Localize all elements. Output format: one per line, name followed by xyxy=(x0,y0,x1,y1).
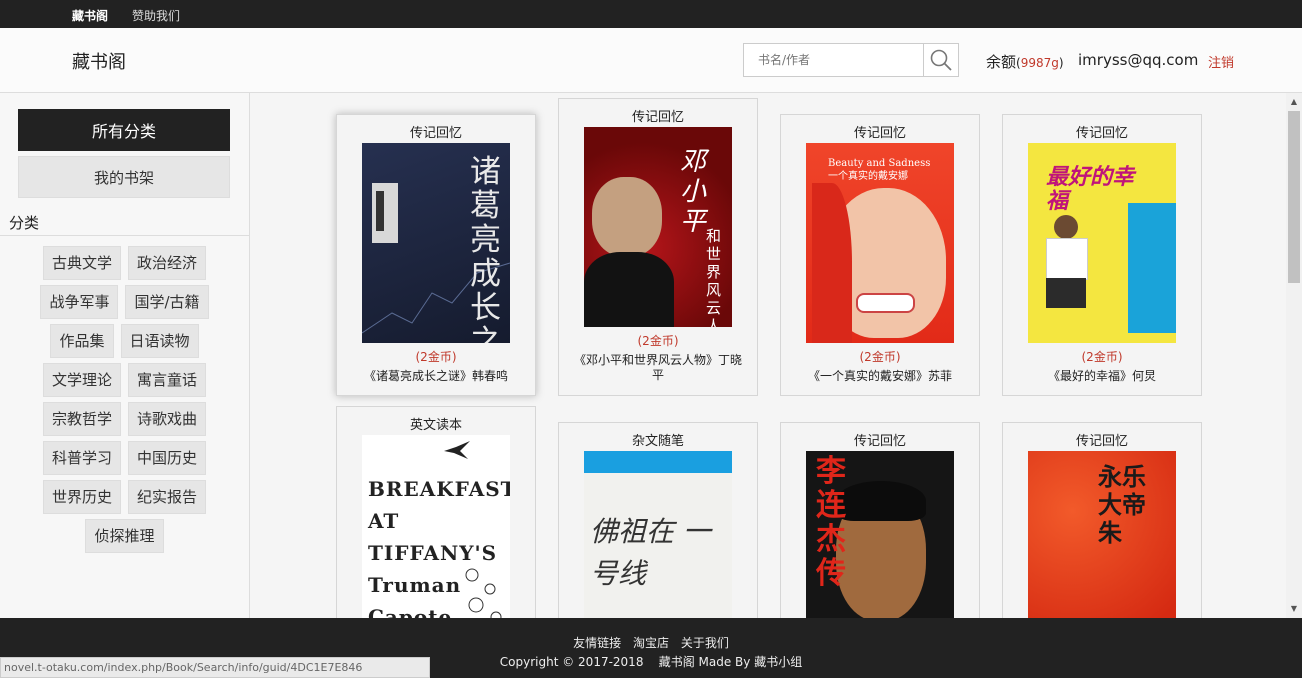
book-cover[interactable]: 永乐大帝 朱 xyxy=(1028,451,1176,618)
category-tag[interactable]: 政治经济 xyxy=(128,245,207,280)
logout-link[interactable]: 注销 xyxy=(1208,52,1234,71)
book-category: 传记回忆 xyxy=(1075,434,1128,449)
search-icon xyxy=(930,49,952,71)
search-box xyxy=(743,43,959,77)
category-tag[interactable]: 世界历史 xyxy=(42,479,121,514)
cover-calligraphy: 邓小平 xyxy=(680,147,707,237)
my-shelf-button[interactable]: 我的书架 xyxy=(18,156,230,198)
footer-link-taobao[interactable]: 淘宝店 xyxy=(633,636,669,650)
cover-title-text: 最好的幸福 xyxy=(1046,164,1135,214)
book-card[interactable]: 传记回忆 Beauty and Sadness 一个真实的戴安娜 (2金币) 《… xyxy=(780,114,980,396)
category-tag[interactable]: 寓言童话 xyxy=(128,362,207,397)
book-card[interactable]: 传记回忆 诸葛亮成长之谜 (2金币) 《诸葛亮成长之谜》韩春鸣 xyxy=(336,114,536,396)
balance-amount: 9987g xyxy=(1020,56,1059,70)
book-title[interactable]: 《最好的幸福》何炅 xyxy=(1003,369,1201,384)
category-heading: 分类 xyxy=(9,214,40,232)
footer-link-about[interactable]: 关于我们 xyxy=(681,636,729,650)
floral-art xyxy=(465,568,502,618)
category-tag[interactable]: 文学理论 xyxy=(42,362,121,397)
book-category: 传记回忆 xyxy=(1075,126,1128,141)
cover-calligraphy: 佛祖在 一号线 xyxy=(590,515,711,590)
scroll-up-arrow-icon[interactable]: ▲ xyxy=(1286,95,1302,109)
book-title[interactable]: 《诸葛亮成长之谜》韩春鸣 xyxy=(337,369,535,384)
footer-link-friends[interactable]: 友情链接 xyxy=(573,636,621,650)
scroll-thumb[interactable] xyxy=(1288,111,1300,283)
search-button[interactable] xyxy=(923,44,958,76)
sidebar: 所有分类 我的书架 分类 古典文学 政治经济 战争军事 国学/古籍 作品集 日语… xyxy=(0,93,250,618)
balance-label: 余额 xyxy=(986,53,1017,71)
book-price: (2金币) xyxy=(637,334,679,348)
book-cover[interactable]: 佛祖在 一号线 xyxy=(584,451,732,618)
book-cover[interactable]: 最好的幸福 xyxy=(1028,143,1176,343)
top-nav-bar: 藏书阁 赞助我们 xyxy=(0,0,1302,28)
category-tag[interactable]: 战争军事 xyxy=(40,284,119,319)
category-tag[interactable]: 科普学习 xyxy=(42,440,121,475)
book-title[interactable]: 《邓小平和世界风云人物》丁晓平 xyxy=(559,353,757,383)
category-tag-list: 古典文学 政治经济 战争军事 国学/古籍 作品集 日语读物 文学理论 寓言童话 … xyxy=(0,243,249,555)
user-email[interactable]: imryss@qq.com xyxy=(1078,51,1198,69)
footer-links: 友情链接 淘宝店 关于我们 xyxy=(0,634,1302,651)
category-tag[interactable]: 古典文学 xyxy=(42,245,121,280)
scroll-down-arrow-icon[interactable]: ▼ xyxy=(1286,602,1302,616)
book-category: 传记回忆 xyxy=(631,110,684,125)
nav-home-link[interactable]: 藏书阁 xyxy=(72,7,108,24)
book-cover[interactable]: Beauty and Sadness 一个真实的戴安娜 xyxy=(806,143,954,343)
book-category: 传记回忆 xyxy=(409,126,462,141)
book-title[interactable]: 《一个真实的戴安娜》苏菲 xyxy=(781,369,979,384)
divider xyxy=(0,235,249,236)
header: 藏书阁 余额(9987g) imryss@qq.com 注销 xyxy=(0,28,1302,93)
cover-title-text: Beauty and Sadness 一个真实的戴安娜 xyxy=(828,158,931,182)
search-input[interactable] xyxy=(744,44,924,76)
book-card[interactable]: 传记回忆 李连杰传 xyxy=(780,422,980,618)
cover-title-text: 永乐大帝 朱 xyxy=(1098,462,1146,547)
book-card[interactable]: 英文读本 BREAKFAST AT TIFFANY'S Truman Capot… xyxy=(336,406,536,618)
status-bar-url: novel.t-otaku.com/index.php/Book/Search/… xyxy=(0,657,430,678)
book-card[interactable]: 传记回忆 永乐大帝 朱 xyxy=(1002,422,1202,618)
cover-title-text: 诸葛亮成长之谜 xyxy=(470,154,501,343)
category-tag[interactable]: 宗教哲学 xyxy=(42,401,121,436)
category-tag[interactable]: 作品集 xyxy=(50,323,114,358)
category-tag[interactable]: 纪实报告 xyxy=(128,479,207,514)
category-tag[interactable]: 诗歌戏曲 xyxy=(128,401,207,436)
category-tag[interactable]: 侦探推理 xyxy=(85,518,164,553)
book-price: (2金币) xyxy=(415,350,457,364)
cover-title-text: 李连杰传 xyxy=(816,454,846,591)
category-tag[interactable]: 国学/古籍 xyxy=(125,284,209,319)
balance-display: 余额(9987g) xyxy=(986,53,1064,71)
book-category: 杂文随笔 xyxy=(631,434,684,449)
main-scrollbar[interactable]: ▲ ▼ xyxy=(1286,93,1302,618)
category-tag[interactable]: 日语读物 xyxy=(120,323,199,358)
book-category: 英文读本 xyxy=(409,418,462,433)
book-category: 传记回忆 xyxy=(853,434,906,449)
site-logo[interactable]: 藏书阁 xyxy=(72,48,126,74)
book-card[interactable]: 杂文随笔 佛祖在 一号线 xyxy=(558,422,758,618)
category-tag[interactable]: 中国历史 xyxy=(128,440,207,475)
book-cover[interactable]: 李连杰传 xyxy=(806,451,954,618)
nav-sponsor-link[interactable]: 赞助我们 xyxy=(132,7,180,24)
bird-icon xyxy=(444,441,470,459)
book-cover[interactable]: 诸葛亮成长之谜 xyxy=(362,143,510,343)
book-price: (2金币) xyxy=(1081,350,1123,364)
book-card[interactable]: 传记回忆 最好的幸福 (2金币) 《最好的幸福》何炅 xyxy=(1002,114,1202,396)
book-grid: 传记回忆 诸葛亮成长之谜 (2金币) 《诸葛亮成长之谜》韩春鸣 传记回忆 邓小平… xyxy=(250,93,1286,618)
cover-title-text: 和世界风云人 xyxy=(706,227,722,327)
book-price: (2金币) xyxy=(859,350,901,364)
book-cover[interactable]: BREAKFAST AT TIFFANY'S Truman Capote xyxy=(362,435,510,618)
book-category: 传记回忆 xyxy=(853,126,906,141)
book-cover[interactable]: 邓小平 和世界风云人 xyxy=(584,127,732,327)
book-card[interactable]: 传记回忆 邓小平 和世界风云人 (2金币) 《邓小平和世界风云人物》丁晓平 xyxy=(558,98,758,396)
all-categories-button[interactable]: 所有分类 xyxy=(18,109,230,151)
